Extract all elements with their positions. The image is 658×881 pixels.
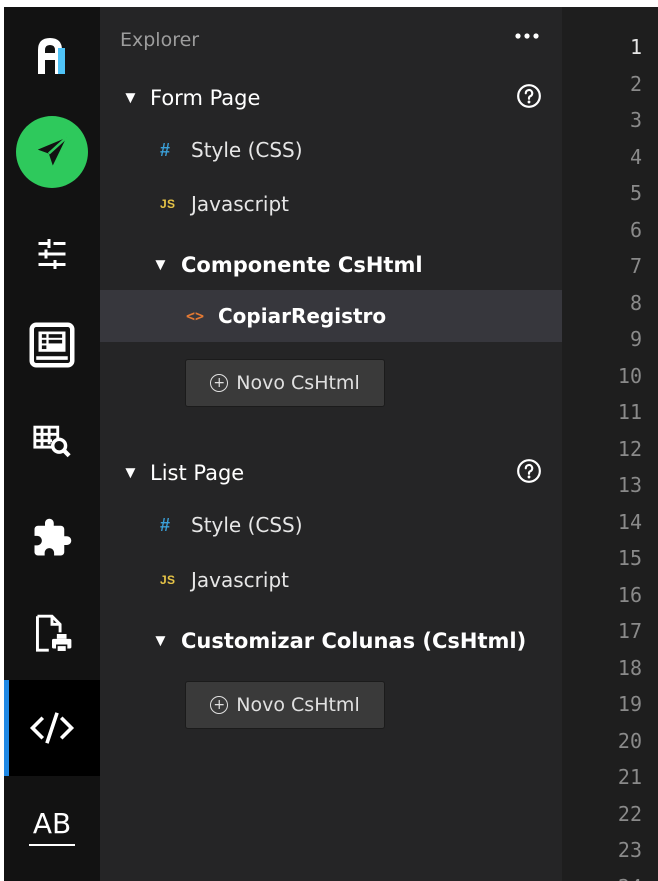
cshtml-file-icon: <> xyxy=(186,307,205,325)
section-form-page[interactable]: ▼ Form Page xyxy=(100,78,562,118)
table-search-button[interactable] xyxy=(4,415,100,465)
help-icon[interactable] xyxy=(516,83,542,114)
app-logo-icon xyxy=(38,38,65,74)
form-style-css-item[interactable]: # Style (CSS) xyxy=(100,124,562,176)
form-javascript-item[interactable]: JS Javascript xyxy=(100,178,562,230)
line-number: 14 xyxy=(617,509,642,534)
settings-sliders-button[interactable] xyxy=(4,229,100,279)
line-number: 6 xyxy=(629,217,642,242)
line-number: 13 xyxy=(617,473,642,497)
line-number: 19 xyxy=(617,692,642,716)
copiar-registro-item[interactable]: <> CopiarRegistro xyxy=(100,290,562,342)
line-number: 23 xyxy=(617,838,642,862)
collapse-triangle-icon: ▼ xyxy=(122,463,139,482)
activity-bar: AB xyxy=(4,7,100,881)
code-button[interactable] xyxy=(4,680,100,776)
section-form-page-label: Form Page xyxy=(150,86,261,110)
component-cshtml-folder[interactable]: ▼ Componente CsHtml xyxy=(100,245,562,285)
form-style-css-label: Style (CSS) xyxy=(191,138,303,162)
javascript-icon: JS xyxy=(160,573,176,587)
form-icon xyxy=(29,322,75,368)
customize-columns-label: Customizar Colunas (CsHtml) xyxy=(181,629,527,653)
explorer-title: Explorer xyxy=(120,29,200,51)
help-icon[interactable] xyxy=(516,458,542,489)
settings-sliders-icon xyxy=(38,239,66,269)
puzzle-icon xyxy=(34,518,72,556)
new-cshtml-button[interactable]: + Novo CsHtml xyxy=(185,359,385,407)
new-cshtml-label: Novo CsHtml xyxy=(236,372,360,394)
component-cshtml-label: Componente CsHtml xyxy=(181,253,423,277)
print-page-button[interactable] xyxy=(4,609,100,659)
css-hash-icon: # xyxy=(160,139,171,160)
app-logo[interactable] xyxy=(4,29,100,79)
form-button[interactable] xyxy=(4,315,100,375)
line-number: 10 xyxy=(617,363,642,388)
ab-text-icon: AB xyxy=(32,806,72,840)
section-list-page[interactable]: ▼ List Page xyxy=(100,453,562,493)
line-number: 24 xyxy=(618,875,642,881)
line-number: 16 xyxy=(617,582,642,607)
send-button[interactable] xyxy=(4,115,100,189)
line-number: 15 xyxy=(617,546,642,570)
add-circle-icon: + xyxy=(210,374,229,392)
plugins-button[interactable] xyxy=(4,513,100,563)
editor-gutter: 123456789101112131415161718192021222324 xyxy=(562,7,658,881)
line-number: 7 xyxy=(629,254,642,278)
text-format-button[interactable]: AB xyxy=(4,797,100,857)
line-number: 17 xyxy=(617,619,642,643)
table-search-icon xyxy=(33,425,71,458)
line-number: 8 xyxy=(629,290,642,315)
javascript-icon: JS xyxy=(160,197,176,211)
line-number: 1 xyxy=(629,35,642,59)
customize-columns-folder[interactable]: ▼ Customizar Colunas (CsHtml) xyxy=(100,621,562,661)
line-number: 12 xyxy=(617,436,642,461)
send-icon xyxy=(16,116,88,188)
section-list-page-label: List Page xyxy=(150,461,245,485)
line-number: 21 xyxy=(617,765,642,789)
copiar-registro-label: CopiarRegistro xyxy=(218,304,387,328)
form-javascript-label: Javascript xyxy=(191,192,289,216)
list-style-css-item[interactable]: # Style (CSS) xyxy=(100,499,562,551)
list-style-css-label: Style (CSS) xyxy=(191,513,303,537)
line-number: 22 xyxy=(617,801,642,826)
ab-underline xyxy=(29,843,75,846)
line-number: 5 xyxy=(629,181,642,205)
print-page-icon xyxy=(36,614,72,653)
list-javascript-label: Javascript xyxy=(191,568,289,592)
line-number: 11 xyxy=(617,400,642,424)
line-number: 9 xyxy=(629,327,642,351)
collapse-triangle-icon: ▼ xyxy=(122,88,139,107)
css-hash-icon: # xyxy=(160,514,171,535)
line-number: 4 xyxy=(629,144,642,169)
explorer-panel: Explorer ▼ Form Page # Style (CSS) JS Ja… xyxy=(100,7,562,881)
add-circle-icon: + xyxy=(210,696,229,714)
line-number: 18 xyxy=(617,655,642,680)
line-number: 20 xyxy=(617,728,642,753)
list-javascript-item[interactable]: JS Javascript xyxy=(100,554,562,606)
line-number: 2 xyxy=(629,71,642,96)
collapse-triangle-icon: ▼ xyxy=(152,631,169,650)
code-icon xyxy=(29,712,75,744)
line-number: 3 xyxy=(629,108,642,132)
new-cshtml-button[interactable]: + Novo CsHtml xyxy=(185,681,385,729)
collapse-triangle-icon: ▼ xyxy=(152,255,169,274)
more-options-icon[interactable] xyxy=(514,28,540,46)
new-cshtml-label: Novo CsHtml xyxy=(236,694,360,716)
